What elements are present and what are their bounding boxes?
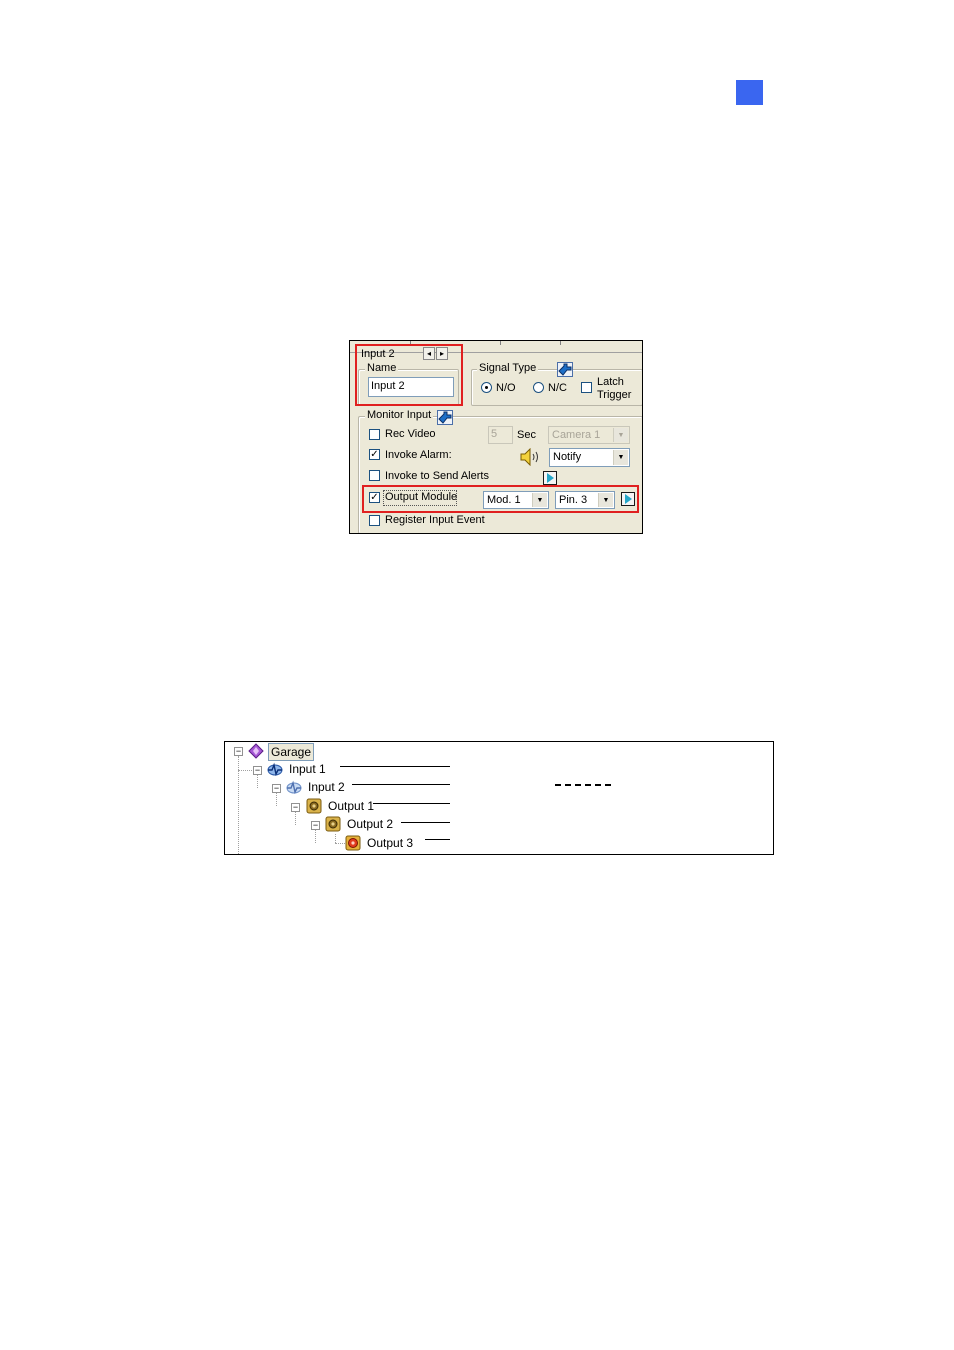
register-event-checkbox[interactable] bbox=[369, 515, 380, 526]
expand-toggle[interactable]: − bbox=[234, 747, 243, 756]
callout-line bbox=[425, 839, 450, 840]
send-alerts-label: Invoke to Send Alerts bbox=[385, 470, 489, 482]
radio-no[interactable] bbox=[481, 382, 492, 393]
output-module-icon bbox=[325, 816, 341, 832]
input-settings-panel: Input 2 ◂ ▸ Name Input 2 Signal Type N/O… bbox=[349, 340, 643, 534]
invoke-alarm-label: Invoke Alarm: bbox=[385, 449, 452, 461]
tree-node-output-1[interactable]: Output 1 bbox=[326, 798, 376, 814]
expand-toggle[interactable]: − bbox=[272, 784, 281, 793]
tree-node-output-3[interactable]: Output 3 bbox=[365, 835, 415, 851]
camera-select[interactable]: Camera 1 ▼ bbox=[548, 426, 630, 444]
io-tree-panel: − Garage − Input 1 − Input 2 − Output 1 … bbox=[224, 741, 774, 855]
callout-line bbox=[373, 803, 450, 804]
register-event-label: Register Input Event bbox=[385, 514, 485, 526]
monitor-input-label: Monitor Input bbox=[365, 409, 434, 421]
trigger-label: Trigger bbox=[597, 389, 632, 401]
send-alerts-checkbox[interactable] bbox=[369, 470, 380, 481]
latch-label: Latch bbox=[597, 376, 624, 388]
alarm-sound-value: Notify bbox=[553, 451, 582, 463]
output-alarm-icon bbox=[345, 835, 361, 851]
output-module-icon bbox=[306, 798, 322, 814]
tree-node-output-2[interactable]: Output 2 bbox=[345, 816, 395, 832]
rec-seconds-field[interactable]: 5 bbox=[488, 426, 513, 444]
tree-node-garage[interactable]: Garage bbox=[268, 743, 315, 761]
monitor-input-button[interactable] bbox=[437, 410, 453, 425]
radio-nc-label: N/C bbox=[548, 382, 567, 394]
send-alerts-settings-button[interactable] bbox=[543, 471, 557, 485]
chevron-down-icon: ▼ bbox=[613, 428, 628, 442]
invoke-alarm-checkbox[interactable]: ✓ bbox=[369, 449, 380, 460]
radio-nc[interactable] bbox=[533, 382, 544, 393]
dashed-connector bbox=[555, 784, 611, 786]
input-pulse-icon bbox=[267, 762, 283, 777]
tree-node-input-2[interactable]: Input 2 bbox=[306, 779, 347, 795]
page-marker bbox=[736, 80, 763, 105]
radio-no-label: N/O bbox=[496, 382, 516, 394]
camera-select-value: Camera 1 bbox=[552, 429, 601, 441]
signal-type-label: Signal Type bbox=[477, 362, 539, 374]
callout-line bbox=[340, 766, 450, 767]
speaker-icon[interactable] bbox=[519, 448, 543, 466]
tree-node-input-1[interactable]: Input 1 bbox=[287, 761, 328, 777]
callout-line bbox=[401, 822, 450, 823]
hand-pointer-icon bbox=[438, 411, 452, 424]
rec-video-checkbox[interactable] bbox=[369, 429, 380, 440]
callout-line bbox=[352, 784, 450, 785]
chevron-down-icon: ▼ bbox=[613, 450, 628, 465]
highlight-name-box bbox=[355, 344, 463, 406]
rec-video-label: Rec Video bbox=[385, 428, 436, 440]
alarm-sound-select[interactable]: Notify ▼ bbox=[549, 448, 630, 467]
expand-toggle[interactable]: − bbox=[253, 766, 262, 775]
rec-seconds-unit: Sec bbox=[517, 429, 536, 441]
hand-pointer-icon bbox=[558, 363, 572, 376]
signal-type-button[interactable] bbox=[557, 362, 573, 377]
expand-toggle[interactable]: − bbox=[311, 821, 320, 830]
input-pulse-icon bbox=[286, 780, 302, 795]
latch-trigger-checkbox[interactable] bbox=[581, 382, 592, 393]
highlight-output-module-box bbox=[362, 485, 639, 513]
expand-toggle[interactable]: − bbox=[291, 803, 300, 812]
garage-diamond-icon bbox=[248, 743, 264, 759]
